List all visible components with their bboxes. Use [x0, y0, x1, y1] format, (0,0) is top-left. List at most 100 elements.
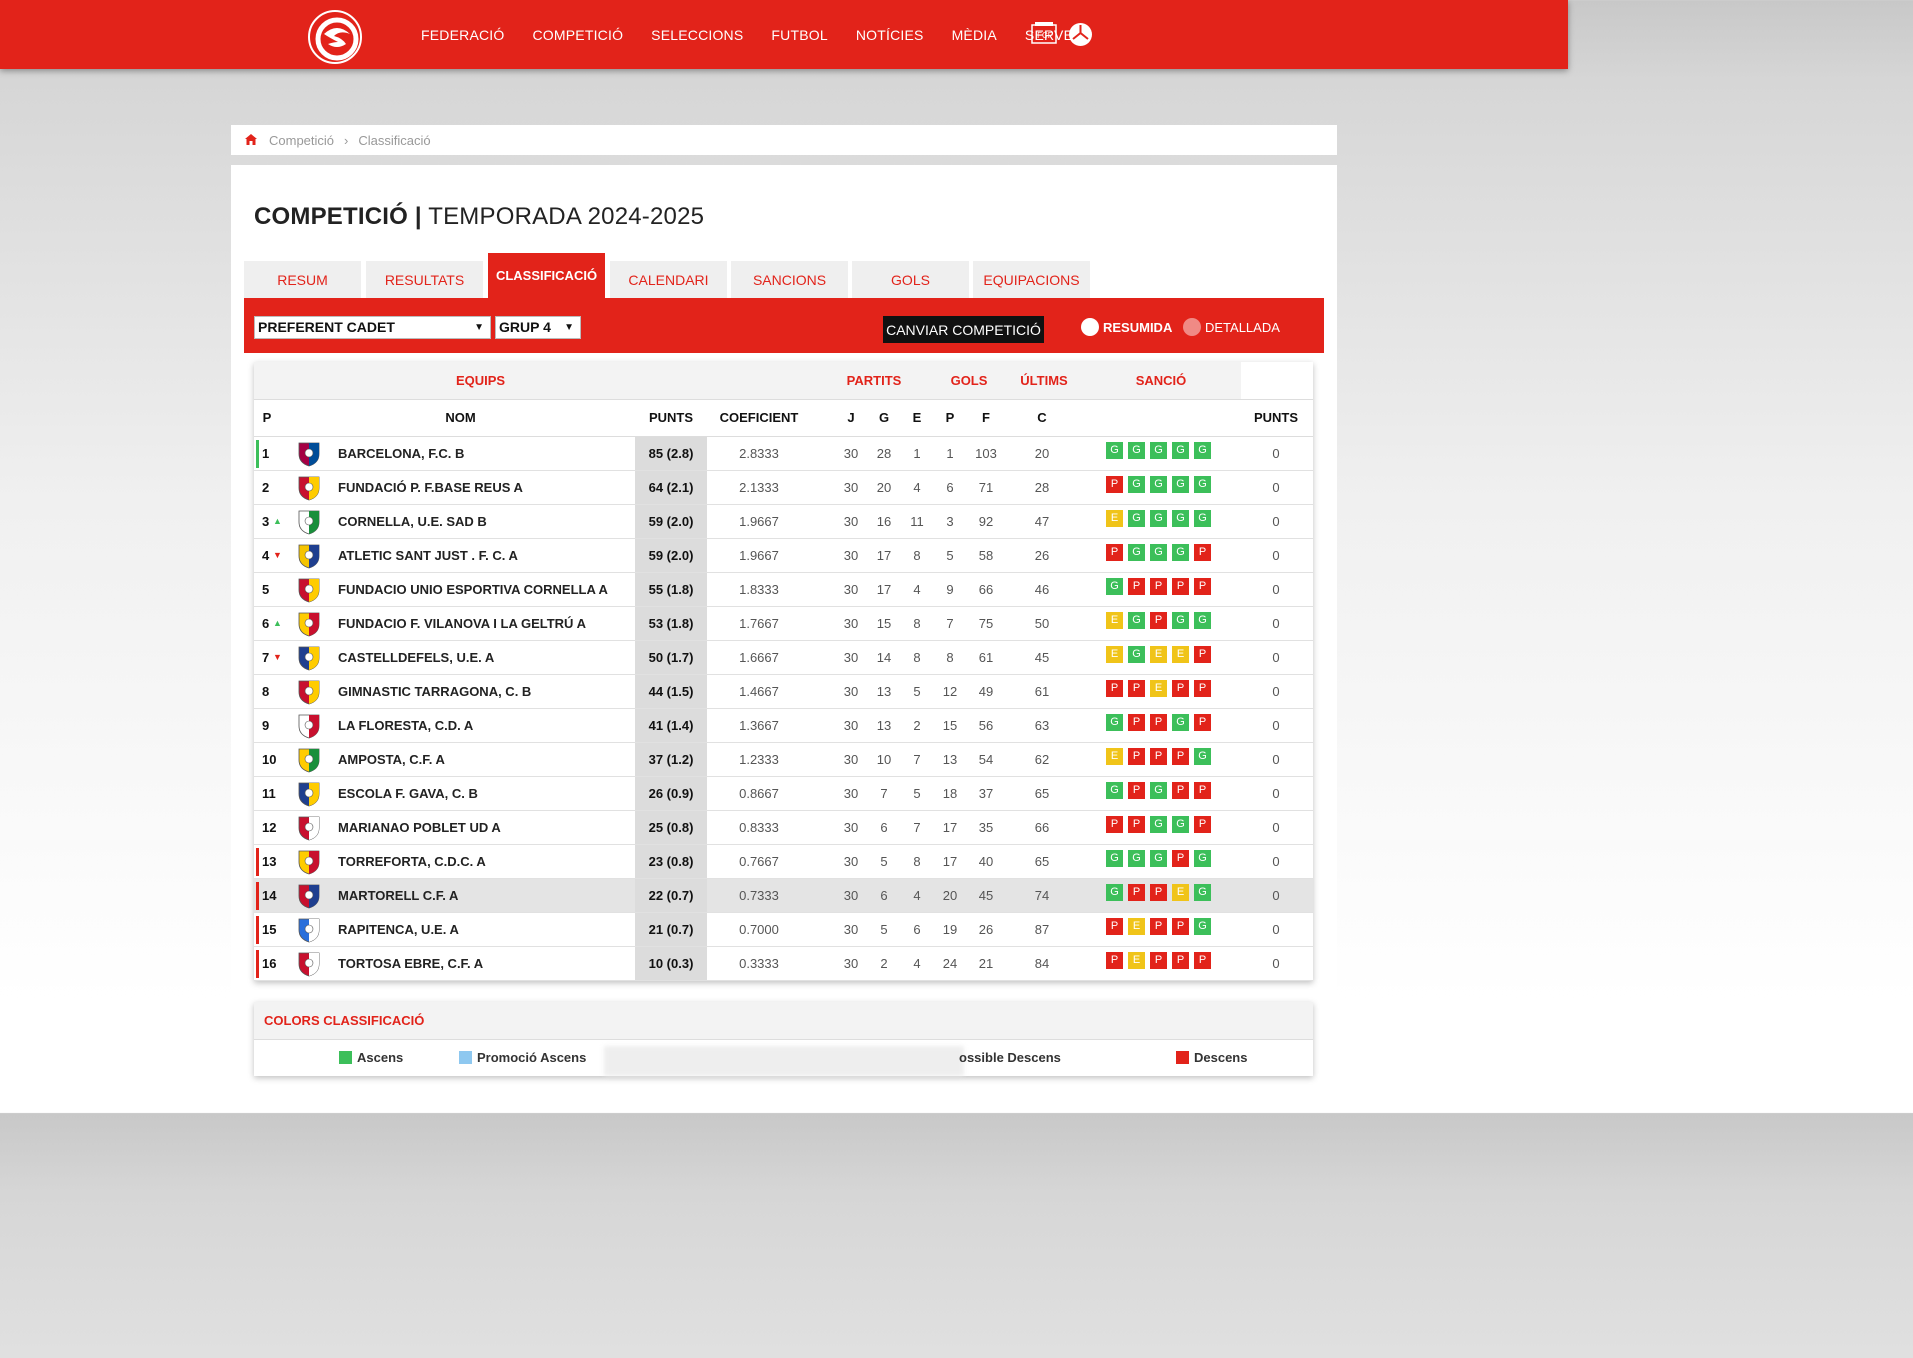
- breadcrumb-competicio[interactable]: Competició: [269, 133, 334, 148]
- home-icon[interactable]: [245, 133, 257, 148]
- team-crest-icon[interactable]: [297, 849, 321, 875]
- page-title: COMPETICIÓ | TEMPORADA 2024-2025: [254, 203, 704, 231]
- tab-gols[interactable]: GOLS: [852, 261, 969, 298]
- table-row[interactable]: 6 ▲ FUNDACIO F. VILANOVA I LA GELTRÚ A 53 (…: [254, 607, 1313, 641]
- position: 11: [262, 786, 276, 801]
- recent-form: EGGGG: [1106, 510, 1216, 527]
- sanction-points-cell: 0: [1272, 786, 1280, 801]
- table-row[interactable]: 3 ▲ CORNELLA, U.E. SAD B 59 (2.0) 1.9667 30 16…: [254, 505, 1313, 539]
- team-name[interactable]: GIMNASTIC TARRAGONA, C. B: [338, 675, 531, 708]
- team-crest-icon[interactable]: [297, 951, 321, 977]
- lost-cell: 24: [942, 956, 958, 971]
- tab-calendari[interactable]: CALENDARI: [610, 261, 727, 298]
- team-name[interactable]: TORREFORTA, C.D.C. A: [338, 845, 486, 878]
- nav-seleccions[interactable]: SELECCIONS: [651, 27, 743, 43]
- points-cell: 23 (0.8): [635, 845, 707, 878]
- team-crest-icon[interactable]: [297, 815, 321, 841]
- team-name[interactable]: TORTOSA EBRE, C.F. A: [338, 947, 483, 980]
- nav-federacio[interactable]: FEDERACIÓ: [421, 27, 504, 43]
- table-row[interactable]: 7 ▼ CASTELLDEFELS, U.E. A 50 (1.7) 1.6667 30 1…: [254, 641, 1313, 675]
- table-row[interactable]: 5 FUNDACIO UNIO ESPORTIVA CORNELLA A 55 (1…: [254, 573, 1313, 607]
- team-name[interactable]: ESCOLA F. GAVA, C. B: [338, 777, 478, 810]
- fcf-logo-icon[interactable]: [308, 10, 362, 64]
- team-crest-icon[interactable]: [297, 713, 321, 739]
- team-name[interactable]: FUNDACIÓ P. F.BASE REUS A: [338, 471, 523, 504]
- tab-sancions[interactable]: SANCIONS: [731, 261, 848, 298]
- team-name[interactable]: AMPOSTA, C.F. A: [338, 743, 445, 776]
- team-crest-icon[interactable]: [297, 747, 321, 773]
- form-badge: G: [1128, 442, 1145, 459]
- table-row[interactable]: 8 GIMNASTIC TARRAGONA, C. B 44 (1.5) 1.4667…: [254, 675, 1313, 709]
- view-summary-radio[interactable]: RESUMIDA: [1081, 318, 1172, 336]
- goals-for-cell: 35: [978, 820, 994, 835]
- ifcf-icon[interactable]: iFCF: [1031, 22, 1057, 49]
- tab-resultats[interactable]: RESULTATS: [366, 261, 483, 298]
- team-crest-icon[interactable]: [297, 475, 321, 501]
- table-row[interactable]: 16 TORTOSA EBRE, C.F. A 10 (0.3) 0.3333 30 2 4…: [254, 947, 1313, 981]
- nav-competicio[interactable]: COMPETICIÓ: [532, 27, 623, 43]
- team-crest-icon[interactable]: [297, 611, 321, 637]
- team-name[interactable]: CASTELLDEFELS, U.E. A: [338, 641, 494, 674]
- team-name[interactable]: RAPITENCA, U.E. A: [338, 913, 459, 946]
- lost-cell: 17: [942, 820, 958, 835]
- team-crest-icon[interactable]: [297, 645, 321, 671]
- drawn-cell: 4: [913, 956, 921, 971]
- team-name[interactable]: FUNDACIO UNIO ESPORTIVA CORNELLA A: [338, 573, 608, 606]
- team-crest-icon[interactable]: [297, 781, 321, 807]
- team-name[interactable]: FUNDACIO F. VILANOVA I LA GELTRÚ A: [338, 607, 586, 640]
- table-row[interactable]: 11 ESCOLA F. GAVA, C. B 26 (0.9) 0.8667 30 7 5…: [254, 777, 1313, 811]
- drawn-cell: 5: [913, 786, 921, 801]
- table-row[interactable]: 13 TORREFORTA, C.D.C. A 23 (0.8) 0.7667 30 5 8…: [254, 845, 1313, 879]
- position: 2: [262, 480, 270, 495]
- team-name[interactable]: MARTORELL C.F. A: [338, 879, 458, 912]
- nav-futbol[interactable]: FUTBOL: [771, 27, 827, 43]
- standings-table: EQUIPS PARTITS GOLS ÚLTIMS SANCIÓ P NOM …: [254, 362, 1313, 981]
- drawn-cell: 1: [913, 446, 921, 461]
- table-row[interactable]: 1 BARCELONA, F.C. B 85 (2.8) 2.8333 30 28 1 1 10…: [254, 437, 1313, 471]
- played-cell: 30: [843, 616, 859, 631]
- team-crest-icon[interactable]: [297, 577, 321, 603]
- team-name[interactable]: CORNELLA, U.E. SAD B: [338, 505, 487, 538]
- team-crest-icon[interactable]: [297, 441, 321, 467]
- table-row[interactable]: 4 ▼ ATLETIC SANT JUST . F. C. A 59 (2.0) 1.9…: [254, 539, 1313, 573]
- goals-for-cell: 71: [978, 480, 994, 495]
- table-row[interactable]: 10 AMPOSTA, C.F. A 37 (1.2) 1.2333 30 10 7 13 54…: [254, 743, 1313, 777]
- group-header-sancio: SANCIÓ: [1135, 373, 1187, 388]
- form-badge: G: [1106, 884, 1123, 901]
- table-row[interactable]: 12 MARIANAO POBLET UD A 25 (0.8) 0.8333 30 6 7…: [254, 811, 1313, 845]
- team-crest-icon[interactable]: [297, 883, 321, 909]
- sanction-points-cell: 0: [1272, 888, 1280, 903]
- team-crest-icon[interactable]: [297, 917, 321, 943]
- lost-cell: 18: [942, 786, 958, 801]
- nav-noticies[interactable]: NOTÍCIES: [856, 27, 924, 43]
- team-name[interactable]: LA FLORESTA, C.D. A: [338, 709, 473, 742]
- team-name[interactable]: MARIANAO POBLET UD A: [338, 811, 501, 844]
- group-select[interactable]: GRUP 4 ▼: [495, 316, 581, 339]
- competition-select[interactable]: PREFERENT CADET ▼: [254, 316, 491, 339]
- tab-resum[interactable]: RESUM: [244, 261, 361, 298]
- table-row[interactable]: 2 FUNDACIÓ P. F.BASE REUS A 64 (2.1) 2.1333…: [254, 471, 1313, 505]
- table-row[interactable]: 14 MARTORELL C.F. A 22 (0.7) 0.7333 30 6 4 20 45…: [254, 879, 1313, 913]
- change-competition-button[interactable]: CANVIAR COMPETICIÓ: [883, 316, 1044, 343]
- position: 12: [262, 820, 277, 835]
- team-name[interactable]: ATLETIC SANT JUST . F. C. A: [338, 539, 518, 572]
- table-row[interactable]: 15 RAPITENCA, U.E. A 21 (0.7) 0.7000 30 5 6 19 2…: [254, 913, 1313, 947]
- ball-icon[interactable]: [1068, 22, 1093, 52]
- team-crest-icon[interactable]: [297, 509, 321, 535]
- played-cell: 30: [843, 888, 859, 903]
- position: 16: [262, 956, 277, 971]
- recent-form: GPGPP: [1106, 782, 1216, 799]
- tab-classificacio[interactable]: CLASSIFICACIÓ: [488, 253, 605, 298]
- team-name[interactable]: BARCELONA, F.C. B: [338, 437, 464, 470]
- legend-label: Descens: [1194, 1050, 1248, 1065]
- team-crest-icon[interactable]: [297, 679, 321, 705]
- table-row[interactable]: 9 LA FLORESTA, C.D. A 41 (1.4) 1.3667 30 13 2 1…: [254, 709, 1313, 743]
- won-cell: 2: [880, 956, 888, 971]
- view-detailed-radio[interactable]: DETALLADA: [1183, 318, 1280, 336]
- nav-media[interactable]: MÈDIA: [952, 27, 997, 43]
- tab-equipacions[interactable]: EQUIPACIONS: [973, 261, 1090, 298]
- points-cell: 25 (0.8): [635, 811, 707, 844]
- team-crest-icon[interactable]: [297, 543, 321, 569]
- trend-down-icon: ▼: [273, 652, 282, 662]
- form-badge: P: [1128, 816, 1145, 833]
